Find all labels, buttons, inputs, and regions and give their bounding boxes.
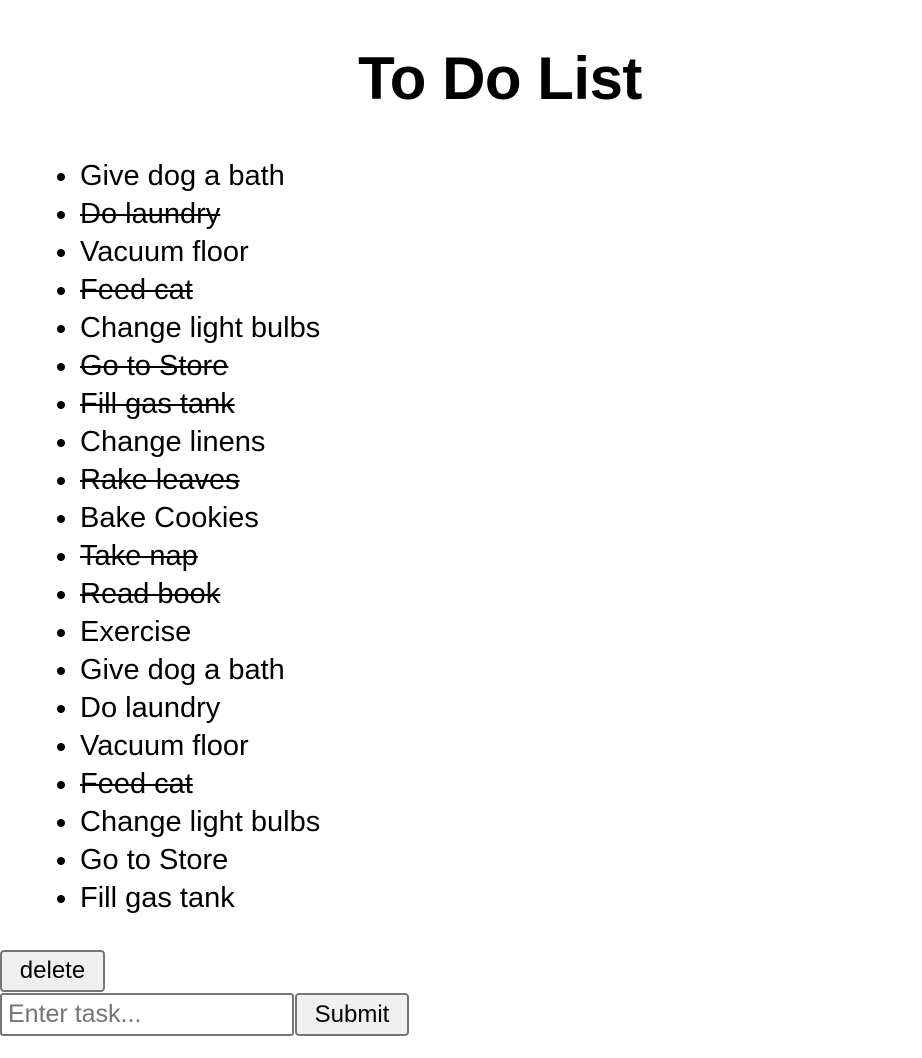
task-input[interactable] — [0, 993, 294, 1036]
task-item[interactable]: Fill gas tank — [80, 385, 320, 423]
todo-app: To Do List Give dog a bathDo laundryVacu… — [0, 0, 922, 1058]
task-item[interactable]: Exercise — [80, 613, 320, 651]
task-item[interactable]: Do laundry — [80, 689, 320, 727]
task-item[interactable]: Rake leaves — [80, 461, 320, 499]
task-item[interactable]: Give dog a bath — [80, 651, 320, 689]
task-item[interactable]: Bake Cookies — [80, 499, 320, 537]
page-title: To Do List — [358, 45, 642, 112]
submit-button[interactable]: Submit — [295, 993, 409, 1036]
task-item[interactable]: Feed cat — [80, 271, 320, 309]
task-item[interactable]: Go to Store — [80, 841, 320, 879]
task-item[interactable]: Vacuum floor — [80, 727, 320, 765]
task-item[interactable]: Go to Store — [80, 347, 320, 385]
task-item[interactable]: Change linens — [80, 423, 320, 461]
task-item[interactable]: Give dog a bath — [80, 157, 320, 195]
task-item[interactable]: Change light bulbs — [80, 803, 320, 841]
task-item[interactable]: Change light bulbs — [80, 309, 320, 347]
task-item[interactable]: Read book — [80, 575, 320, 613]
task-item[interactable]: Fill gas tank — [80, 879, 320, 917]
task-item[interactable]: Feed cat — [80, 765, 320, 803]
task-list: Give dog a bathDo laundryVacuum floorFee… — [0, 157, 320, 917]
task-item[interactable]: Take nap — [80, 537, 320, 575]
task-item[interactable]: Do laundry — [80, 195, 320, 233]
task-item[interactable]: Vacuum floor — [80, 233, 320, 271]
delete-button[interactable]: delete — [0, 950, 105, 992]
